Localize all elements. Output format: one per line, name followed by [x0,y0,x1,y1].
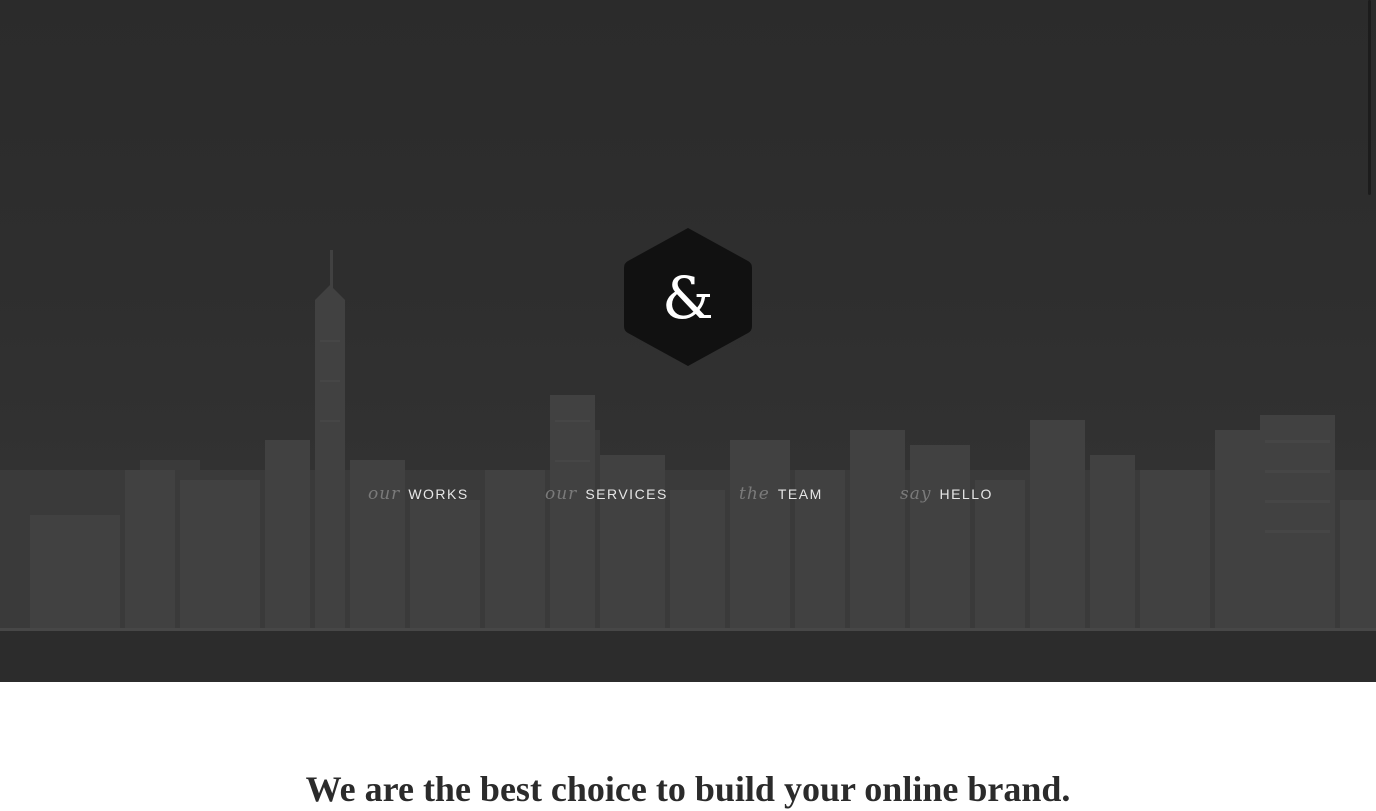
nav-link-services[interactable]: our SERVICES [545,484,668,508]
nav-label: HELLO [939,486,993,502]
nav-prefix: the [739,484,770,504]
nav-link-works[interactable]: our WORKS [368,484,469,508]
nav-link-team[interactable]: the TEAM [739,484,823,508]
page-scrollbar[interactable] [1368,0,1371,195]
nav-prefix: our [368,484,401,504]
brand-logo[interactable]: & [622,224,754,370]
nav-prefix: say [900,484,932,504]
nav-link-hello[interactable]: say HELLO [900,484,993,508]
nav-prefix: our [545,484,578,504]
nav-label: TEAM [777,486,823,502]
ampersand-logo-glyph: & [662,264,714,332]
nav-label: WORKS [408,486,469,502]
nav-label: SERVICES [585,486,668,502]
intro-tagline: We are the best choice to build your onl… [305,769,1071,809]
hero-section: & our WORKS our SERVICES the TEAM say HE… [0,0,1376,682]
